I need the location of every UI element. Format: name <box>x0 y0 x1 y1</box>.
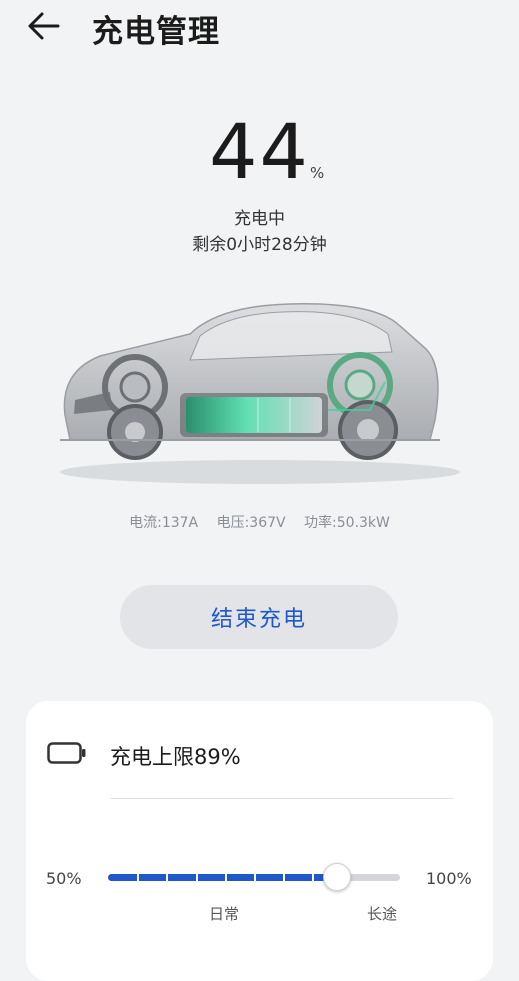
slider-thumb[interactable] <box>323 863 351 891</box>
slider-tick <box>137 874 139 881</box>
slider-tick <box>312 874 314 881</box>
slider-tick <box>166 874 168 881</box>
charge-percent-unit: % <box>310 164 325 182</box>
slider-tick <box>225 874 227 881</box>
charging-status: 充电中 <box>234 209 285 229</box>
charging-metrics: 电流:137A 电压:367V 功率:50.3kW <box>0 512 519 532</box>
battery-outline-icon <box>47 742 86 764</box>
current-metric: 电流:137A <box>129 515 199 531</box>
power-metric: 功率:50.3kW <box>304 515 390 531</box>
page-title: 充电管理 <box>92 14 220 50</box>
end-charging-button[interactable]: 结束充电 <box>120 585 398 649</box>
remaining-time: 剩余0小时28分钟 <box>192 235 327 255</box>
charge-percent-value: 44 <box>209 107 310 196</box>
car-illustration <box>60 302 460 484</box>
charge-percent-display: 44 % <box>0 110 519 194</box>
divider <box>110 798 454 799</box>
slider-tick <box>254 874 256 881</box>
charge-limit-card: 充电上限89% 50% 100% 日常 长途 <box>26 701 493 981</box>
voltage-metric: 电压:367V <box>216 515 286 531</box>
slider-min-label: 50% <box>46 869 82 888</box>
slider-tick <box>196 874 198 881</box>
app-header: 充电管理 <box>0 0 519 56</box>
slider-max-label: 100% <box>426 869 472 888</box>
back-button[interactable] <box>24 8 68 48</box>
slider-fill <box>108 874 336 881</box>
arrow-left-icon <box>28 12 60 40</box>
charge-limit-slider[interactable] <box>108 863 400 891</box>
long-trip-mode-label: 长途 <box>367 905 398 923</box>
charge-limit-label: 充电上限89% <box>110 745 241 769</box>
slider-tick <box>283 874 285 881</box>
daily-mode-label: 日常 <box>209 905 240 923</box>
